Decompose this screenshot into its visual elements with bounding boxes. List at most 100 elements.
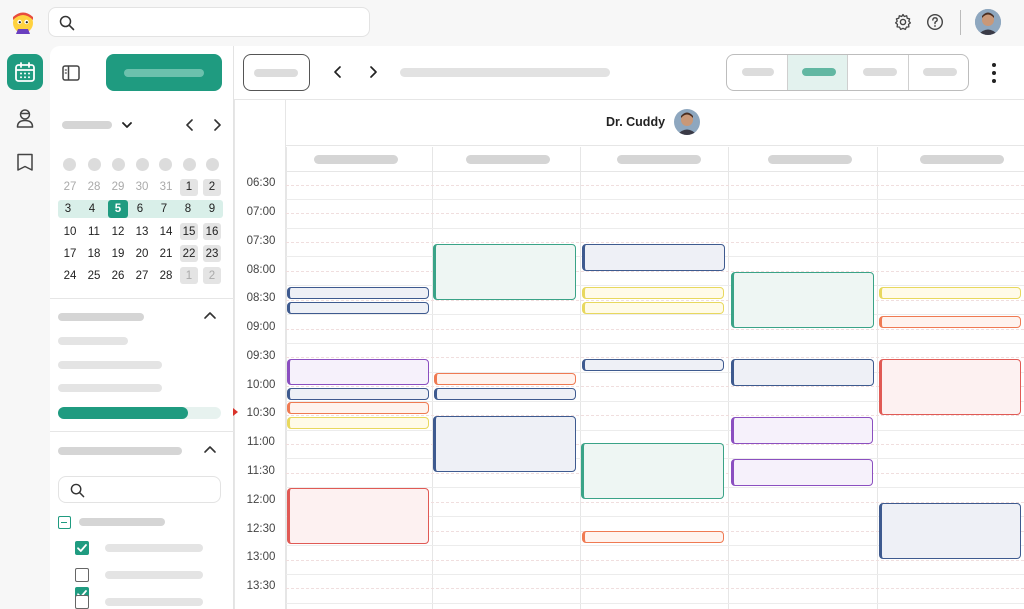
appointment-block[interactable] [581, 443, 724, 499]
user-avatar[interactable] [975, 9, 1001, 35]
mini-day[interactable]: 29 [108, 178, 128, 196]
mini-day[interactable]: 1 [179, 178, 199, 196]
mini-day[interactable]: 13 [132, 223, 152, 241]
mini-day[interactable]: 6 [130, 200, 150, 218]
appointment-block[interactable] [434, 388, 576, 400]
search-icon [70, 483, 85, 503]
nav-patients[interactable] [7, 100, 43, 136]
appointment-block[interactable] [731, 459, 873, 486]
mini-day[interactable]: 22 [179, 245, 199, 263]
mini-day[interactable]: 3 [58, 200, 78, 218]
time-label: 09:00 [246, 321, 276, 333]
mini-day[interactable]: 18 [84, 245, 104, 263]
grid-line [286, 185, 1024, 186]
mini-day[interactable]: 10 [60, 223, 80, 241]
mini-day[interactable]: 1 [179, 267, 199, 285]
appointment-block[interactable] [582, 244, 725, 271]
doctor-avatar [674, 109, 700, 135]
next-period-button[interactable] [363, 62, 383, 82]
mini-day[interactable]: 26 [108, 267, 128, 285]
doctor-checkbox[interactable] [75, 568, 89, 582]
select-all-checkbox[interactable] [58, 516, 71, 529]
mini-day[interactable]: 14 [156, 223, 176, 241]
appointment-block[interactable] [582, 531, 724, 543]
mini-day[interactable]: 28 [84, 178, 104, 196]
new-appointment-button[interactable] [106, 54, 222, 91]
appointment-block[interactable] [287, 287, 429, 299]
appointment-block[interactable] [879, 316, 1021, 328]
today-button[interactable] [243, 54, 310, 91]
book-icon [14, 151, 36, 173]
nav-calendar[interactable] [7, 54, 43, 90]
mini-day[interactable]: 2 [202, 267, 222, 285]
appointment-block[interactable] [287, 402, 429, 414]
mascot-logo-icon[interactable] [9, 8, 37, 36]
chevron-right-icon [211, 118, 223, 132]
time-label: 11:00 [247, 436, 275, 448]
chevron-left-icon [184, 118, 196, 132]
mini-day[interactable]: 28 [156, 267, 176, 285]
chevron-up-icon[interactable] [202, 442, 218, 461]
view-option-active[interactable] [788, 55, 848, 90]
mini-day[interactable]: 17 [60, 245, 80, 263]
mini-day[interactable]: 27 [132, 267, 152, 285]
appointment-block[interactable] [879, 287, 1021, 299]
appointment-block[interactable] [879, 503, 1021, 559]
mini-day[interactable]: 31 [156, 178, 176, 196]
view-option[interactable] [727, 55, 788, 90]
day-header [314, 155, 398, 164]
appointment-block[interactable] [879, 359, 1021, 415]
search-input[interactable] [48, 7, 370, 37]
view-option[interactable] [909, 55, 968, 90]
mini-day[interactable]: 9 [202, 200, 222, 218]
mini-day[interactable]: 12 [108, 223, 128, 241]
appointment-block[interactable] [433, 244, 576, 300]
appointment-block[interactable] [582, 287, 724, 299]
mini-day[interactable]: 27 [60, 178, 80, 196]
mini-day[interactable]: 20 [132, 245, 152, 263]
mini-day[interactable]: 7 [154, 200, 174, 218]
doctor-checkbox[interactable] [75, 595, 89, 609]
question-circle-icon[interactable] [925, 12, 945, 32]
appointment-block[interactable] [582, 359, 724, 371]
appointment-block[interactable] [287, 388, 429, 400]
nav-book[interactable] [7, 144, 43, 180]
mini-day[interactable]: 25 [84, 267, 104, 285]
mini-day[interactable]: 24 [60, 267, 80, 285]
appointment-block[interactable] [731, 359, 874, 386]
appointment-block[interactable] [433, 416, 576, 472]
chevron-up-icon[interactable] [202, 308, 218, 327]
mini-day[interactable]: 23 [202, 245, 222, 263]
time-label: 08:30 [246, 292, 276, 304]
mini-day[interactable]: 11 [84, 223, 104, 241]
mini-day[interactable]: 19 [108, 245, 128, 263]
mini-day-selected[interactable]: 5 [108, 200, 128, 218]
grid-line [286, 574, 1024, 575]
mini-prev-month[interactable] [182, 117, 198, 133]
prev-period-button[interactable] [328, 62, 348, 82]
month-selector[interactable] [62, 116, 138, 134]
grid-line [286, 560, 1024, 561]
appointment-block[interactable] [287, 488, 429, 544]
appointment-block[interactable] [434, 373, 576, 385]
appointment-block[interactable] [731, 417, 873, 444]
appointment-block[interactable] [287, 417, 429, 429]
sidebar-toggle-icon[interactable] [60, 62, 82, 84]
filter-search-input[interactable] [58, 476, 221, 503]
appointment-block[interactable] [287, 302, 429, 314]
mini-day[interactable]: 8 [178, 200, 198, 218]
mini-day[interactable]: 15 [179, 223, 199, 241]
mini-day[interactable]: 16 [202, 223, 222, 241]
more-vertical-icon[interactable] [985, 60, 1003, 86]
mini-day[interactable]: 30 [132, 178, 152, 196]
view-option[interactable] [848, 55, 909, 90]
appointment-block[interactable] [582, 302, 724, 314]
mini-day[interactable]: 21 [156, 245, 176, 263]
mini-day[interactable]: 4 [82, 200, 102, 218]
appointment-block[interactable] [287, 359, 429, 385]
appointment-block[interactable] [731, 272, 874, 328]
gear-icon[interactable] [893, 12, 913, 32]
mini-day[interactable]: 2 [202, 178, 222, 196]
mini-next-month[interactable] [209, 117, 225, 133]
doctor-checkbox-checked[interactable] [75, 541, 89, 555]
